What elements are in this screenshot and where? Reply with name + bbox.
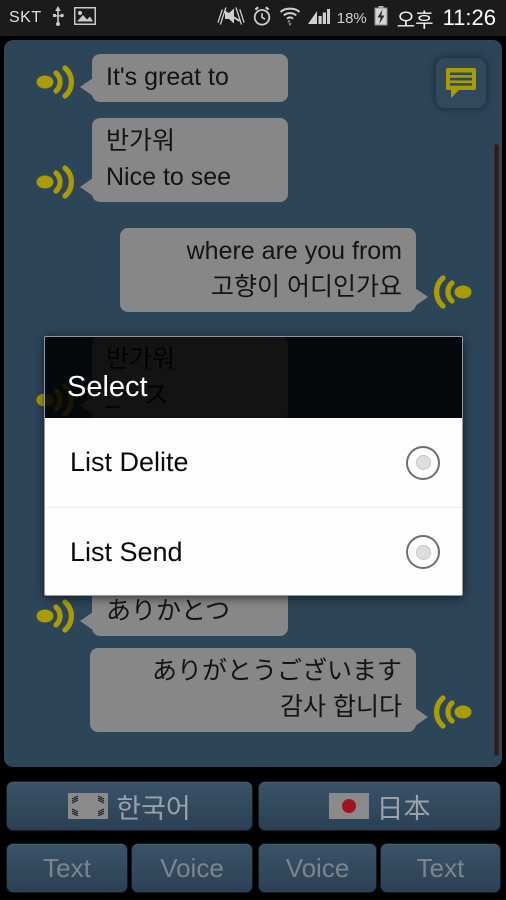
carrier-label: SKT bbox=[9, 9, 42, 26]
status-bar: SKT 18% 오후 11:26 bbox=[0, 0, 506, 36]
signal-icon bbox=[307, 6, 330, 30]
radio-unselected-icon[interactable] bbox=[406, 535, 440, 569]
dialog-option-label: List Delite bbox=[70, 447, 189, 477]
usb-icon bbox=[51, 5, 65, 31]
status-bar-right: 18% 오후 11:26 bbox=[217, 4, 506, 33]
image-icon bbox=[73, 6, 96, 30]
battery-charging-icon bbox=[374, 5, 388, 31]
dialog-header: Select bbox=[45, 337, 462, 418]
chat-message-row[interactable]: 반가워 Nice to see bbox=[34, 118, 288, 202]
chat-scrollbar[interactable] bbox=[494, 144, 499, 756]
flag-south-korea-icon bbox=[68, 793, 109, 819]
voice-button-korean[interactable]: Voice bbox=[131, 843, 253, 893]
voice-button-japanese[interactable]: Voice bbox=[258, 843, 377, 893]
language-label: 한국어 bbox=[116, 793, 191, 824]
wifi-icon bbox=[279, 6, 301, 31]
alarm-icon bbox=[252, 5, 272, 31]
chat-message-row[interactable]: ありがとうございます 감사 합니다 bbox=[90, 648, 474, 732]
ampm-label: 오후 bbox=[396, 9, 434, 32]
battery-percent-label: 18% bbox=[336, 9, 367, 27]
dialog-option-list[interactable]: List Delite List Send bbox=[45, 418, 462, 595]
text-button-korean[interactable]: Text bbox=[6, 843, 128, 893]
language-label: 日本 bbox=[376, 793, 431, 824]
dialog-title: Select bbox=[67, 371, 148, 403]
action-label: Text bbox=[43, 852, 91, 883]
chat-bubble[interactable]: where are you from 고향이 어디인가요 bbox=[120, 228, 428, 312]
speaker-right-icon[interactable] bbox=[34, 62, 82, 102]
chat-bubble[interactable]: ありがとうございます 감사 합니다 bbox=[90, 648, 428, 732]
language-button-korean[interactable]: 한국어 bbox=[6, 781, 253, 831]
chat-message-row[interactable]: where are you from 고향이 어디인가요 bbox=[120, 228, 474, 312]
chat-bubble[interactable]: It's great to bbox=[80, 54, 288, 102]
radio-unselected-icon[interactable] bbox=[406, 445, 440, 480]
status-bar-left: SKT bbox=[0, 5, 96, 31]
speaker-right-icon[interactable] bbox=[34, 596, 82, 636]
action-label: Voice bbox=[160, 852, 224, 883]
chat-message-row[interactable]: It's great to bbox=[34, 54, 288, 102]
speaker-left-icon[interactable] bbox=[426, 692, 474, 732]
dialog-option-list-send[interactable]: List Send bbox=[45, 507, 462, 595]
action-label: Voice bbox=[285, 852, 350, 883]
speaker-left-icon[interactable] bbox=[426, 272, 474, 312]
chat-bubble[interactable]: 반가워 Nice to see bbox=[80, 118, 288, 202]
flag-japan-icon bbox=[328, 793, 369, 819]
speaker-right-icon[interactable] bbox=[34, 162, 82, 202]
select-dialog[interactable]: Select List Delite List Send bbox=[44, 336, 463, 596]
language-button-japanese[interactable]: 日本 bbox=[258, 781, 501, 831]
dialog-option-label: List Send bbox=[70, 536, 183, 567]
dialog-option-list-delite[interactable]: List Delite bbox=[45, 418, 462, 507]
action-label: Text bbox=[416, 852, 465, 883]
mute-vibrate-icon bbox=[217, 6, 245, 31]
message-icon[interactable] bbox=[436, 58, 486, 108]
text-button-japanese[interactable]: Text bbox=[380, 843, 501, 893]
clock-label: 11:26 bbox=[442, 5, 496, 30]
